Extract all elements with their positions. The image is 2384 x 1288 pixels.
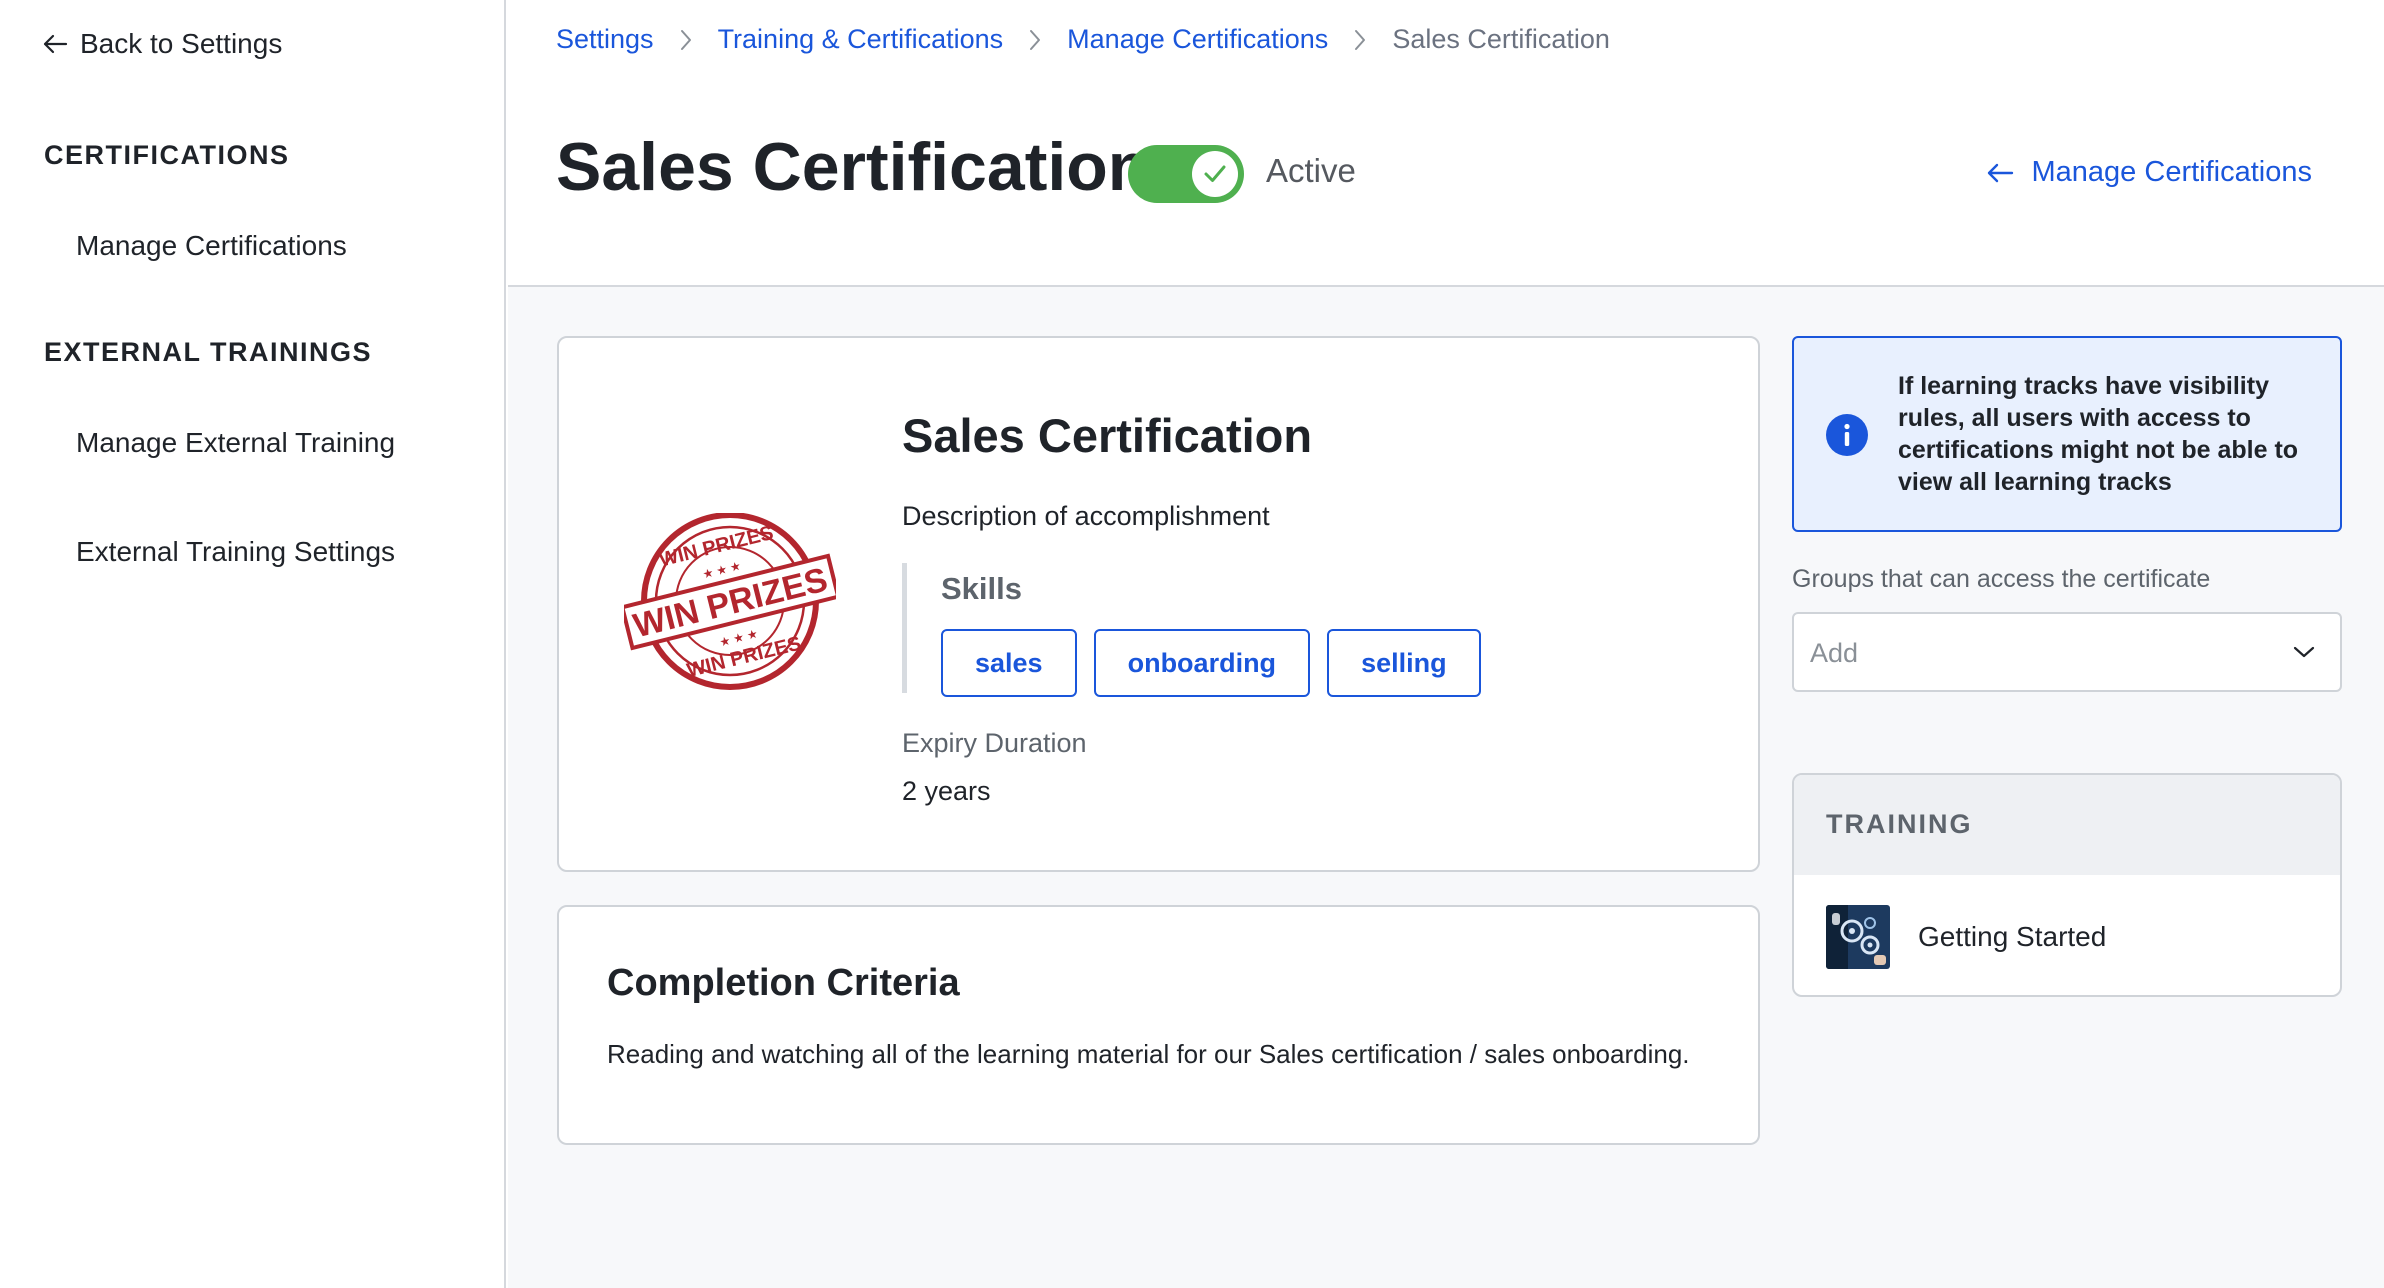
training-header-label: TRAINING <box>1826 809 1973 839</box>
main-content: Settings Training & Certifications Manag… <box>508 0 2384 1288</box>
sidebar-item-external-training-settings[interactable]: External Training Settings <box>76 536 395 568</box>
active-toggle[interactable] <box>1128 145 1244 203</box>
section-heading-external-trainings: EXTERNAL TRAININGS <box>44 337 373 367</box>
completion-criteria-title: Completion Criteria <box>607 962 960 1004</box>
certificate-description: Description of accomplishment <box>902 501 1270 531</box>
skills-label: Skills <box>941 571 1022 606</box>
breadcrumb-settings[interactable]: Settings <box>556 24 654 55</box>
chevron-down-icon <box>2293 646 2315 658</box>
page-header: Settings Training & Certifications Manag… <box>508 0 2384 287</box>
manage-certifications-link-label: Manage Certifications <box>2031 156 2312 188</box>
arrow-left-icon <box>1987 163 2013 182</box>
certificate-title: Sales Certification <box>902 409 1313 462</box>
settings-sidebar: Back to Settings CERTIFICATIONS Manage C… <box>0 0 506 1288</box>
status-label: Active <box>1266 152 1356 189</box>
training-item-name: Getting Started <box>1918 921 2107 952</box>
arrow-left-icon <box>43 34 68 54</box>
visibility-info-text: If learning tracks have visibility rules… <box>1898 372 2299 496</box>
skill-tag-selling[interactable]: selling <box>1327 629 1481 697</box>
sidebar-item-manage-external-training[interactable]: Manage External Training <box>76 427 395 459</box>
chevron-right-icon <box>680 29 691 50</box>
groups-access-label: Groups that can access the certificate <box>1792 565 2211 593</box>
training-header: TRAINING <box>1794 775 2340 875</box>
training-card: TRAINING Getting Started <box>1792 773 2342 997</box>
check-icon <box>1204 165 1226 182</box>
manage-certifications-link[interactable]: Manage Certifications <box>1986 156 2312 189</box>
training-item[interactable]: Getting Started <box>1794 875 2340 995</box>
groups-select-placeholder: Add <box>1810 638 1859 668</box>
back-to-settings-label: Back to Settings <box>80 28 283 59</box>
completion-criteria-text: Reading and watching all of the learning… <box>607 1039 1690 1069</box>
expiry-duration-value: 2 years <box>902 776 991 806</box>
skill-tag-sales[interactable]: sales <box>941 629 1077 697</box>
sidebar-item-manage-certifications[interactable]: Manage Certifications <box>76 230 347 262</box>
chevron-right-icon <box>1030 29 1041 50</box>
breadcrumb-current: Sales Certification <box>1392 24 1610 54</box>
completion-criteria-card: Completion Criteria Reading and watching… <box>557 905 1760 1145</box>
section-heading-certifications: CERTIFICATIONS <box>44 140 290 170</box>
toggle-knob <box>1192 151 1238 197</box>
skills-section: Skills sales onboarding selling <box>902 563 1481 697</box>
breadcrumb: Settings Training & Certifications Manag… <box>556 24 1610 55</box>
info-icon <box>1826 414 1868 456</box>
skill-tag-onboarding[interactable]: onboarding <box>1093 629 1311 697</box>
breadcrumb-training-certifications[interactable]: Training & Certifications <box>718 24 1004 55</box>
breadcrumb-manage-certifications[interactable]: Manage Certifications <box>1067 24 1328 55</box>
chevron-right-icon <box>1355 29 1366 50</box>
certificate-card: WIN PRIZES WIN PRIZES WIN PRIZES ★ ★ ★ ★… <box>557 336 1760 872</box>
back-to-settings-link[interactable]: Back to Settings <box>42 28 282 60</box>
expiry-duration-label: Expiry Duration <box>902 728 1087 758</box>
win-prizes-badge-icon: WIN PRIZES WIN PRIZES WIN PRIZES ★ ★ ★ ★… <box>624 513 836 690</box>
page-title: Sales Certification <box>556 129 1150 205</box>
training-thumbnail-gears-icon <box>1826 905 1890 969</box>
skills-list: sales onboarding selling <box>941 629 1498 697</box>
groups-access-select[interactable]: Add <box>1792 612 2342 692</box>
visibility-info-banner: If learning tracks have visibility rules… <box>1792 336 2342 532</box>
